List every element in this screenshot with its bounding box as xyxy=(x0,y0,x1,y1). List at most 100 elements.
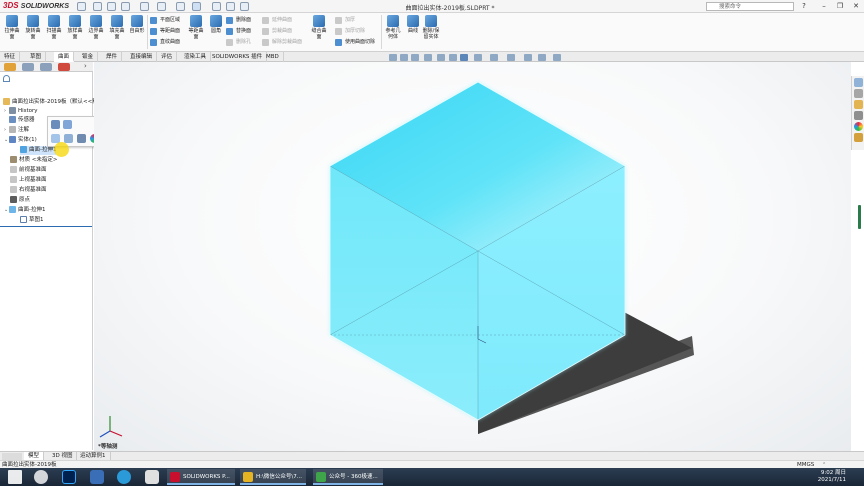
tab-sketch[interactable]: 草图 xyxy=(26,52,47,62)
new-file-icon[interactable] xyxy=(107,2,116,11)
print-icon[interactable] xyxy=(157,2,166,11)
tab-direct-editing[interactable]: 直接编辑 xyxy=(126,52,158,62)
tab-mbd[interactable]: MBD xyxy=(262,52,284,62)
help-icon[interactable]: ? xyxy=(798,1,810,12)
arrow-icon[interactable] xyxy=(77,2,86,11)
property-manager-icon[interactable] xyxy=(22,63,34,71)
offset-surface-button[interactable]: 等距曲面 xyxy=(150,27,180,36)
tree-root[interactable]: 曲面拉出实体-2019板（默认<<默 xyxy=(3,98,98,107)
trim-surface-button[interactable]: 剪裁曲面 xyxy=(262,27,292,36)
edit-appearance-icon[interactable] xyxy=(490,54,498,61)
tree-item-solid-bodies[interactable]: ⌄ 实体(1) xyxy=(4,136,37,145)
tab-weldments[interactable]: 焊件 xyxy=(102,52,123,62)
previous-view-icon[interactable] xyxy=(411,54,419,61)
view-settings-icon[interactable] xyxy=(524,54,532,61)
view-palette-icon[interactable] xyxy=(854,111,863,120)
fillet-button[interactable]: 圆角 xyxy=(207,15,225,34)
design-library-icon[interactable] xyxy=(854,89,863,98)
tree-item-body-extrude[interactable]: 曲面-拉伸1 xyxy=(20,146,57,155)
rebuild-icon[interactable] xyxy=(212,2,221,11)
tab-evaluate[interactable]: 评估 xyxy=(157,52,178,62)
cut-with-surface-button[interactable]: 使用曲面切除 xyxy=(335,38,375,47)
file-explorer-icon[interactable] xyxy=(854,100,863,109)
system-clock[interactable]: 9:02 周日 2021/7/11 xyxy=(818,470,846,484)
save-icon[interactable] xyxy=(140,2,149,11)
appearances-icon[interactable] xyxy=(854,122,863,131)
curves-button[interactable]: 曲线 xyxy=(404,15,422,34)
loft-surface-button[interactable]: 放样曲面 xyxy=(66,15,84,40)
boundary-surface-button[interactable]: 边界曲面 xyxy=(87,15,105,40)
delete-hole-button[interactable]: 删除孔 xyxy=(226,38,251,47)
taskbar-explorer[interactable]: H:\微信公众号\7... xyxy=(240,469,306,485)
sweep-surface-button[interactable]: 扫描曲面 xyxy=(45,15,63,40)
home-icon[interactable] xyxy=(93,2,102,11)
tree-item-sensors[interactable]: 传感器 xyxy=(4,116,35,125)
display-style-icon[interactable] xyxy=(460,54,468,61)
surface-flatten-button[interactable]: 等距曲面 xyxy=(187,15,205,40)
tree-item-right-plane[interactable]: 右视基准面 xyxy=(10,186,47,195)
solidworks-logo[interactable]: 3DS SOLIDWORKS xyxy=(3,1,69,10)
tree-item-surface-extrude[interactable]: ⌄ 曲面-拉伸1 xyxy=(4,206,45,215)
view-orientation-icon[interactable] xyxy=(449,54,457,61)
chat-app-icon[interactable] xyxy=(145,470,159,484)
zoom-to-selection-icon[interactable] xyxy=(64,134,73,143)
apply-scene-icon[interactable] xyxy=(507,54,515,61)
knit-surface-button[interactable]: 缝合曲面 xyxy=(310,15,328,40)
display-manager-icon[interactable] xyxy=(58,63,70,71)
zoom-area-icon[interactable] xyxy=(400,54,408,61)
search-input[interactable]: 搜索命令 xyxy=(706,2,794,11)
browser-icon[interactable] xyxy=(117,470,131,484)
revolve-surface-button[interactable]: 旋转曲面 xyxy=(24,15,42,40)
dynamic-annotation-icon[interactable] xyxy=(437,54,445,61)
freeform-button[interactable]: 自由形 xyxy=(128,15,146,34)
app-icon[interactable] xyxy=(90,470,104,484)
tab-surfaces[interactable]: 曲面 xyxy=(54,52,75,62)
tab-features[interactable]: 特征 xyxy=(0,52,21,62)
minimize-icon[interactable]: – xyxy=(818,1,830,12)
solidworks-resources-icon[interactable] xyxy=(854,78,863,87)
chevron-right-icon[interactable]: › xyxy=(84,62,87,70)
thickened-cut-button[interactable]: 加厚切除 xyxy=(335,27,365,36)
scrollbar-thumb[interactable] xyxy=(858,205,861,229)
ruled-surface-button[interactable]: 直纹曲面 xyxy=(150,38,180,47)
display-pane-icon[interactable] xyxy=(538,54,546,61)
tree-item-front-plane[interactable]: 前视基准面 xyxy=(10,166,47,175)
hide-body-icon[interactable] xyxy=(51,120,60,129)
tree-item-top-plane[interactable]: 上视基准面 xyxy=(10,176,47,185)
isolate-icon[interactable] xyxy=(63,120,72,129)
tree-item-origin[interactable]: 原点 xyxy=(10,196,30,205)
taskbar-solidworks[interactable]: SOLIDWORKS P... xyxy=(167,469,235,485)
extend-surface-button[interactable]: 延伸曲面 xyxy=(262,16,292,25)
options-icon[interactable] xyxy=(240,2,249,11)
tab-render-tools[interactable]: 渲染工具 xyxy=(180,52,212,62)
undo-icon[interactable] xyxy=(176,2,185,11)
delete-keep-body-button[interactable]: 删除/保留实体 xyxy=(421,15,441,40)
search-icon[interactable] xyxy=(34,470,48,484)
custom-properties-icon[interactable] xyxy=(854,133,863,142)
graphics-area[interactable]: *等轴测 xyxy=(94,62,851,451)
section-view-icon[interactable] xyxy=(424,54,432,61)
open-folder-icon[interactable] xyxy=(121,2,130,11)
tree-item-sketch[interactable]: 草图1 xyxy=(20,216,44,225)
windows-start-icon[interactable] xyxy=(8,470,22,484)
rollback-bar[interactable] xyxy=(0,226,92,227)
photoshop-icon[interactable] xyxy=(62,470,76,484)
restore-icon[interactable]: ❐ xyxy=(834,1,846,12)
file-properties-icon[interactable] xyxy=(226,2,235,11)
tab-scroll-arrows[interactable] xyxy=(2,453,22,460)
configuration-manager-icon[interactable] xyxy=(40,63,52,71)
close-icon[interactable]: ✕ xyxy=(850,1,862,12)
thicken-button[interactable]: 加厚 xyxy=(335,16,355,25)
zoom-fit-icon[interactable] xyxy=(389,54,397,61)
feature-manager-icon[interactable] xyxy=(4,63,16,71)
tree-item-annotations[interactable]: › 注解 xyxy=(4,126,29,135)
tree-item-material[interactable]: 材质 <未指定> xyxy=(10,156,57,165)
shadows-icon[interactable] xyxy=(553,54,561,61)
taskbar-browser[interactable]: 公众号 - 360极速... xyxy=(313,469,383,485)
fill-surface-button[interactable]: 填充曲面 xyxy=(108,15,126,40)
tab-solidworks-addins[interactable]: SOLIDWORKS 插件 xyxy=(208,52,268,62)
tree-item-history[interactable]: › History xyxy=(4,107,38,116)
untrim-surface-button[interactable]: 解除剪裁曲面 xyxy=(262,38,302,47)
filter-icon[interactable] xyxy=(3,75,10,82)
hide-show-items-icon[interactable] xyxy=(474,54,482,61)
